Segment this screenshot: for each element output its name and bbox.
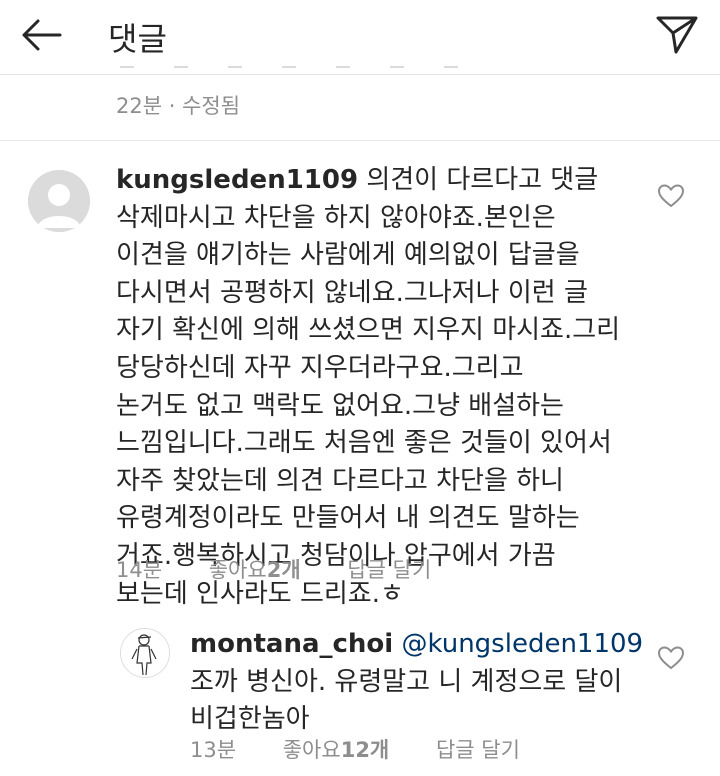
comment-time: 14분 (116, 558, 163, 582)
comment-line: 조까 병신아. 유령말고 니 계정으로 달이 (190, 666, 623, 697)
comment-line: 이견을 얘기하는 사람에게 예의없이 답글을 (116, 240, 580, 271)
reply-button[interactable]: 답글 달기 (347, 554, 431, 584)
comment-line: 당당하신데 자꾸 지우더라구요.그리고 (116, 352, 524, 383)
likes-count-value: 12개 (340, 738, 390, 762)
comment-line: 의견이 다르다고 댓글 (358, 165, 599, 195)
comment-line: 비겁한놈아 (190, 704, 310, 735)
reply-actions: 13분 좋아요 12개 답글 달기 (190, 734, 520, 764)
clipped-previous-text (120, 66, 540, 76)
heart-outline-icon[interactable] (658, 646, 684, 670)
likes-label: 좋아요 (282, 738, 341, 762)
reply-button[interactable]: 답글 달기 (436, 734, 520, 764)
default-avatar-icon (28, 170, 90, 232)
comment-line: 유령계정이라도 만들어서 내 의견도 말하는 (116, 503, 580, 534)
like-count[interactable]: 좋아요 2개 (209, 554, 301, 584)
comment-body: kungsleden1109 의견이 다르다고 댓글 삭제마시고 차단을 하지 … (116, 162, 656, 613)
comment-username[interactable]: kungsleden1109 (116, 165, 358, 195)
paper-plane-icon[interactable] (654, 12, 700, 58)
comment-time: 13분 (190, 738, 237, 762)
user-avatar-sketch-icon (121, 629, 169, 677)
like-count[interactable]: 좋아요 12개 (283, 734, 390, 764)
previous-comment-meta: 22분 · 수정됨 (116, 94, 241, 118)
likes-count-value: 2개 (266, 558, 301, 582)
comment-line: 삭제마시고 차단을 하지 않아야죠.본인은 (116, 202, 556, 233)
avatar[interactable] (120, 628, 170, 678)
reply-username[interactable]: montana_choi (190, 629, 393, 659)
heart-outline-icon[interactable] (658, 184, 684, 208)
reply-body: montana_choi @kungsleden1109 조까 병신아. 유령말… (190, 626, 660, 739)
likes-label: 좋아요 (208, 558, 267, 582)
page-title: 댓글 (108, 20, 167, 58)
arrow-left-icon[interactable] (18, 12, 64, 58)
avatar[interactable] (28, 170, 90, 232)
comment-line: 자주 찾았는데 의견 다르다고 차단을 하니 (116, 465, 564, 496)
comment-line: 논거도 없고 맥락도 없어요.그냥 배설하는 (116, 390, 564, 421)
divider (0, 140, 720, 141)
comment-line: 느낌입니다.그래도 처음엔 좋은 것들이 있어서 (116, 428, 612, 459)
top-bar: 댓글 (0, 0, 720, 75)
comment-line: 다시면서 공평하지 않네요.그나저나 이런 글 (116, 277, 588, 308)
comment-actions: 14분 좋아요 2개 답글 달기 (116, 554, 431, 584)
mention-link[interactable]: @kungsleden1109 (401, 629, 643, 659)
comment-line: 자기 확신에 의해 쓰셨으면 지우지 마시죠.그리 (116, 315, 621, 346)
